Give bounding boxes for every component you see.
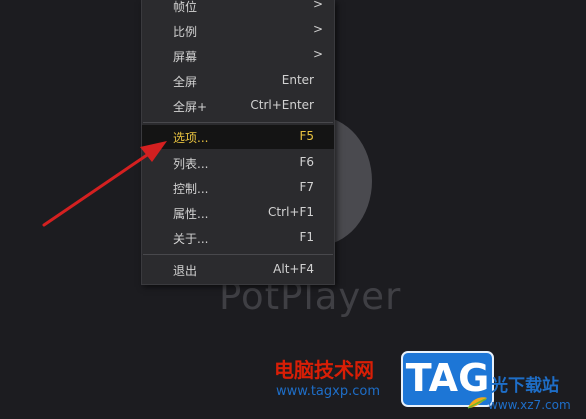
watermark-leaf-icon (467, 397, 487, 409)
player-window: PotPlayer 帧位 > 比例 > 屏幕 > 全屏 Enter 全屏+ Ct… (0, 0, 586, 419)
watermark-tag-text: TAG (405, 356, 490, 400)
watermark-right-site-url: www.xz7.com (488, 398, 571, 412)
watermark-site-url: www.tagxp.com (276, 384, 380, 399)
watermark-site-name: 电脑技术网 (274, 358, 374, 382)
watermark-right-site-name: 光下载站 (491, 376, 559, 396)
